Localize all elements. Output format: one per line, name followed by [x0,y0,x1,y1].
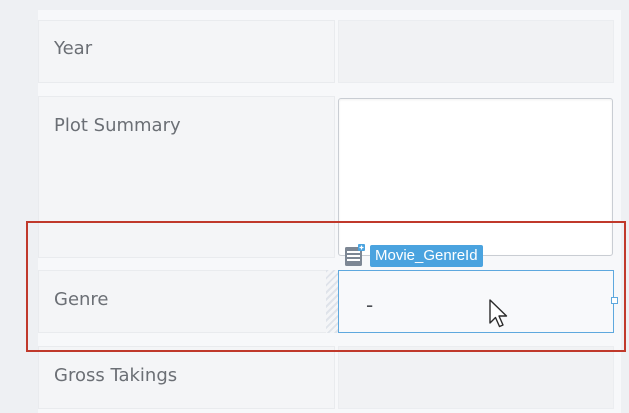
plot-summary-label-cell: Plot Summary [38,96,335,258]
year-label-cell: Year [38,20,335,83]
plot-summary-label: Plot Summary [54,115,181,136]
plot-summary-textarea[interactable] [338,98,613,256]
genre-label: Genre [54,289,109,310]
gross-takings-label: Gross Takings [54,365,178,386]
form-designer-canvas: Year Plot Summary Genre - Movie_GenreId [0,0,629,413]
resize-handle[interactable] [611,297,618,304]
genre-label-cell: Genre [38,270,335,333]
genre-dropdown[interactable]: - [338,270,618,333]
binding-field-name: Movie_GenreId [370,245,483,267]
table-icon [344,244,366,268]
year-field[interactable] [338,20,614,83]
drop-placeholder-hatch [326,270,338,333]
mouse-cursor-icon [488,299,510,329]
field-binding-tag: Movie_GenreId [344,243,483,269]
gross-takings-label-cell: Gross Takings [38,346,335,409]
genre-dropdown-value: - [366,293,374,317]
gross-takings-field[interactable] [338,346,614,409]
year-label: Year [54,38,93,59]
